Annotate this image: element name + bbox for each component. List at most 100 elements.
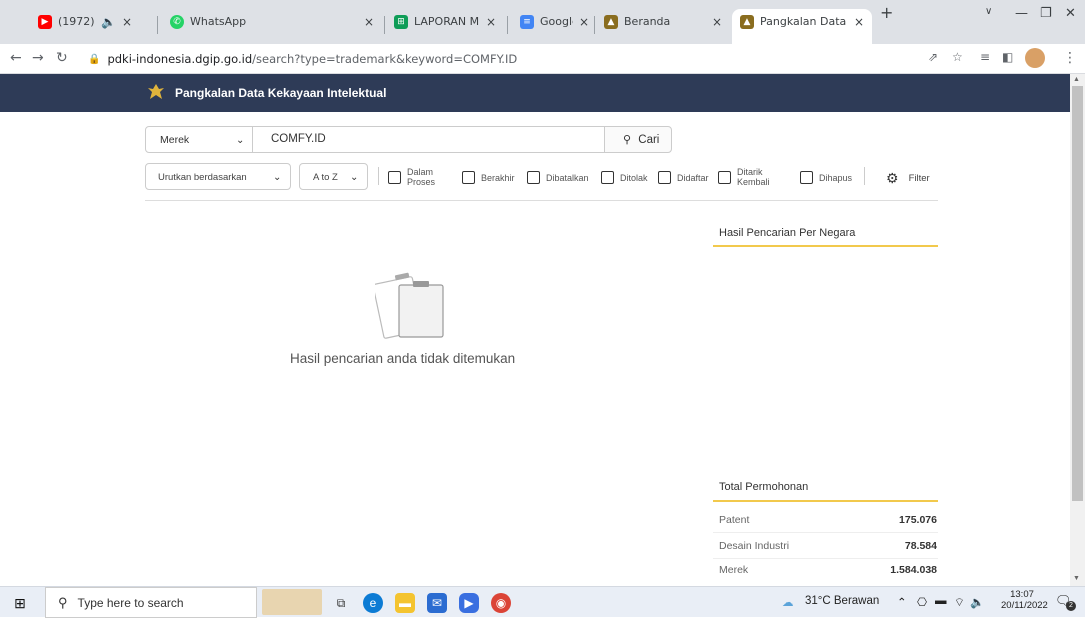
address-bar[interactable]: 🔒 pdki-indonesia.dgip.go.id/search?type=… (88, 47, 868, 71)
search-keyword: COMFY.ID (271, 133, 326, 145)
clock-date: 20/11/2022 (1001, 600, 1048, 611)
restore-button[interactable]: ❐ (1040, 6, 1052, 21)
mail-icon[interactable]: ✉ (427, 593, 447, 613)
edge-icon[interactable]: e (363, 593, 383, 613)
scrollbar-thumb[interactable] (1072, 86, 1083, 501)
search-type-select[interactable]: Merek ⌄ (145, 126, 253, 153)
close-icon[interactable]: × (579, 15, 589, 29)
volume-icon[interactable]: 🔈 (970, 595, 984, 609)
reading-list-icon[interactable]: ≡ (980, 50, 990, 64)
filter-dalam-proses[interactable]: Dalam Proses (388, 167, 435, 187)
forward-icon[interactable]: → (32, 50, 44, 66)
empty-clipboard-icon (375, 272, 444, 339)
search-highlight-icon[interactable] (262, 589, 322, 615)
tab-pangkalan-data[interactable]: ▲ Pangkalan Data Keka × (732, 9, 872, 44)
filter-ditolak[interactable]: Ditolak (601, 171, 648, 184)
totals-title: Total Permohonan (719, 481, 809, 493)
total-label-desain: Desain Industri (719, 540, 790, 552)
reload-icon[interactable]: ↻ (56, 50, 68, 66)
windows-start-icon[interactable]: ⊞ (10, 593, 30, 613)
total-label-merek: Merek (719, 564, 749, 576)
lock-icon: 🔒 (88, 53, 101, 65)
filter-label: Filter (908, 173, 930, 184)
wifi-icon[interactable]: ⌔ (954, 595, 965, 610)
order-value: A to Z (313, 172, 338, 183)
tab-google-docs[interactable]: ≡ Google Docs × (512, 9, 597, 44)
tray-chevron-icon[interactable]: ⌃ (897, 595, 907, 609)
close-icon[interactable]: × (364, 15, 374, 29)
close-icon[interactable]: × (486, 15, 496, 29)
divider (713, 558, 938, 559)
filter-berakhir[interactable]: Berakhir (462, 171, 515, 184)
chevron-down-icon: ⌄ (273, 172, 282, 183)
filter-ditarik-kembali[interactable]: Ditarik Kembali (718, 167, 770, 187)
tab-title: Google Docs (540, 15, 573, 28)
checkbox[interactable] (527, 171, 540, 184)
filter-dihapus[interactable]: Dihapus (800, 171, 852, 184)
site-title: Pangkalan Data Kekayaan Intelektual (175, 86, 387, 100)
tab-title: Pangkalan Data Keka (760, 15, 848, 28)
back-icon[interactable]: ← (10, 50, 22, 66)
tab-youtube[interactable]: ▶ (1972) Bawalah C 🔈 × (30, 9, 140, 44)
chevron-down-icon: ⌄ (350, 172, 359, 183)
filter-label: Berakhir (481, 172, 515, 183)
scroll-down-icon[interactable]: ▼ (1073, 575, 1080, 582)
meet-icon[interactable]: ⎔ (917, 595, 927, 609)
file-explorer-icon[interactable]: ▬ (395, 593, 415, 613)
close-icon[interactable]: × (122, 15, 132, 29)
side-panel-icon[interactable]: ◧ (1002, 50, 1013, 64)
filter-label: Dihapus (819, 172, 853, 183)
close-window-button[interactable]: ✕ (1065, 6, 1076, 21)
search-icon: ⚲ (623, 134, 632, 146)
taskbar-search-box[interactable]: ⚲ Type here to search (45, 587, 257, 618)
weather-text[interactable]: 31°C Berawan (805, 595, 879, 607)
total-value-merek: 1.584.038 (890, 564, 937, 576)
gear-icon: ⚙ (886, 170, 899, 186)
profile-avatar[interactable] (1025, 48, 1045, 68)
tab-whatsapp[interactable]: ✆ WhatsApp × (162, 9, 382, 44)
browser-tab-strip: ▶ (1972) Bawalah C 🔈 × ✆ WhatsApp × ⊞ LA… (0, 0, 1085, 44)
clock[interactable]: 13:07 20/11/2022 (1001, 589, 1048, 611)
filter-label: Dibatalkan (546, 172, 589, 183)
chevron-down-icon: ⌄ (236, 135, 245, 146)
tab-laporan[interactable]: ⊞ LAPORAN MINGGUA × (386, 9, 504, 44)
tab-search-icon[interactable]: ∨ (985, 6, 992, 17)
checkbox[interactable] (658, 171, 671, 184)
close-icon[interactable]: × (854, 15, 864, 29)
order-select[interactable]: A to Z ⌄ (299, 163, 368, 190)
checkbox[interactable] (718, 170, 731, 184)
checkbox[interactable] (800, 171, 813, 184)
checkbox[interactable] (601, 171, 614, 184)
browser-toolbar: ← → ↻ 🔒 pdki-indonesia.dgip.go.id/search… (0, 44, 1085, 74)
scroll-up-icon[interactable]: ▲ (1073, 76, 1080, 83)
panel-underline (713, 245, 938, 247)
task-view-icon[interactable]: ⧉ (331, 593, 351, 613)
filter-didaftar[interactable]: Didaftar (658, 171, 709, 184)
tab-title: LAPORAN MINGGUA (414, 15, 480, 28)
minimize-button[interactable]: — (1015, 6, 1028, 21)
sort-select[interactable]: Urutkan berdasarkan ⌄ (145, 163, 291, 190)
filter-button[interactable]: ⚙ Filter (886, 170, 930, 187)
checkbox[interactable] (462, 171, 475, 184)
share-icon[interactable]: ⇗ (928, 50, 938, 64)
close-icon[interactable]: × (712, 15, 722, 29)
search-button[interactable]: ⚲ Cari (604, 126, 672, 153)
menu-icon[interactable]: ⋮ (1063, 50, 1077, 66)
tab-beranda[interactable]: ▲ Beranda × (596, 9, 730, 44)
search-input[interactable]: COMFY.ID (253, 126, 605, 153)
search-type-value: Merek (160, 134, 190, 146)
search-button-label: Cari (638, 134, 660, 146)
filter-label: Ditolak (620, 172, 648, 183)
zoom-icon[interactable]: ▶ (459, 593, 479, 613)
bookmark-star-icon[interactable]: ☆ (952, 50, 963, 64)
filter-dibatalkan[interactable]: Dibatalkan (527, 171, 589, 184)
battery-icon[interactable]: ▬ (935, 595, 947, 607)
site-favicon-icon: ▲ (740, 15, 754, 29)
chrome-icon[interactable]: ◉ (491, 593, 511, 613)
new-tab-button[interactable]: + (880, 3, 893, 22)
audio-icon[interactable]: 🔈 (101, 15, 116, 29)
url-host: pdki-indonesia.dgip.go.id (107, 52, 253, 66)
weather-cloud-icon: ☁ (782, 597, 794, 609)
site-favicon-icon: ▲ (604, 15, 618, 29)
checkbox[interactable] (388, 170, 401, 184)
